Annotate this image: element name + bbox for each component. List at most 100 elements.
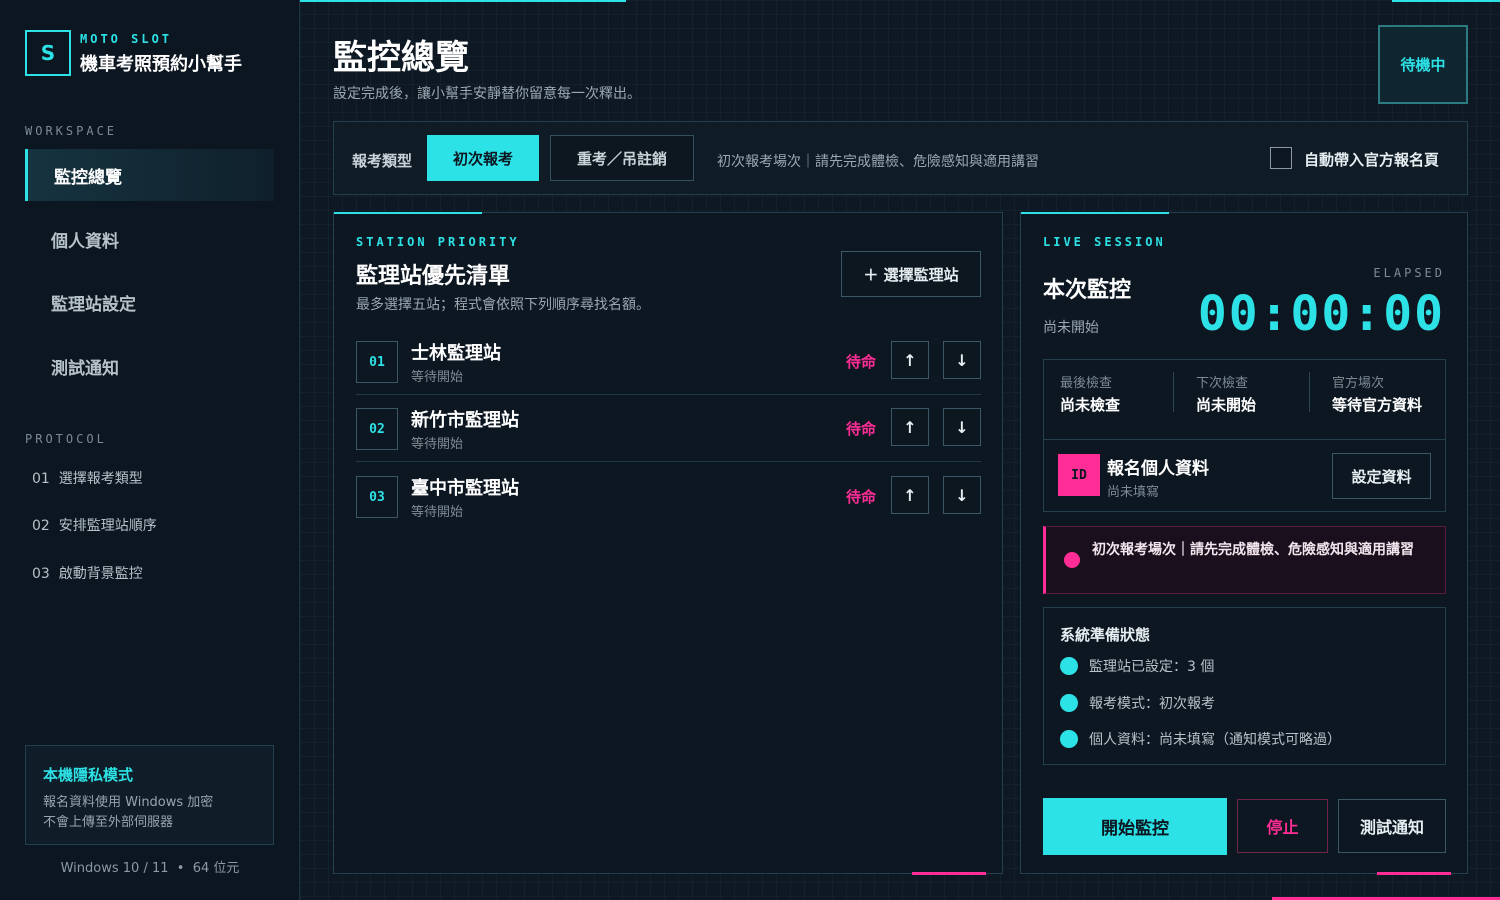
protocol-step: 03 啟動背景監控	[32, 566, 143, 582]
stat-next-check: 下次檢查 尚未開始	[1196, 372, 1256, 415]
select-station-button[interactable]: ＋ 選擇監理站	[841, 251, 981, 297]
os-info: Windows 10 / 11 • 64 位元	[60, 861, 240, 876]
stop-button[interactable]: 停止	[1237, 799, 1328, 853]
exam-type-label: 報考類型	[352, 152, 413, 170]
protocol-step: 01 選擇報考類型	[32, 471, 143, 487]
session-title: 本次監控	[1043, 278, 1132, 303]
sidebar-item-label: 監控總覽	[54, 167, 122, 188]
stat-value: 尚未開始	[1196, 396, 1257, 414]
sidebar-item-profile[interactable]: 個人資料	[25, 213, 274, 265]
station-row: 03 臺中市監理站 等待開始 待命 ↑ ↓	[356, 464, 981, 530]
stat-label: 最後檢查	[1060, 376, 1113, 391]
panel-accent-line-pink	[1377, 872, 1451, 875]
protocol-step: 02 安排監理站順序	[32, 518, 157, 534]
readiness-text: 報考模式：初次報考	[1089, 696, 1215, 712]
brand-subtitle: MOTO SLOT	[80, 32, 173, 46]
id-badge-icon: ID	[1058, 454, 1100, 496]
move-up-button[interactable]: ↑	[891, 341, 929, 379]
alert-text: 初次報考場次｜請先完成體檢、危險感知與適用講習	[1092, 542, 1414, 558]
start-monitor-button[interactable]: 開始監控	[1043, 798, 1227, 855]
station-order-number: 02	[356, 408, 398, 450]
readiness-item: 個人資料：尚未填寫（通知模式可略過）	[1060, 729, 1341, 749]
elapsed-label: ELAPSED	[1373, 266, 1445, 280]
station-status: 等待開始	[411, 505, 464, 520]
session-eyebrow: LIVE SESSION	[1043, 235, 1166, 249]
stat-divider	[1309, 372, 1310, 412]
move-down-button[interactable]: ↓	[943, 341, 981, 379]
page-subtitle: 設定完成後，讓小幫手安靜替你留意每一次釋出。	[333, 86, 641, 102]
sidebar-item-test-notify[interactable]: 測試通知	[25, 340, 274, 392]
exam-type-bar: 報考類型 初次報考 重考／吊註銷 初次報考場次｜請先完成體檢、危險感知與適用講習…	[333, 121, 1468, 195]
profile-state: 尚未填寫	[1107, 485, 1160, 500]
station-priority-panel: STATION PRIORITY 監理站優先清單 最多選擇五站；程式會依照下列順…	[333, 212, 1003, 875]
privacy-title: 本機隱私模式	[43, 766, 134, 784]
privacy-line: 不會上傳至外部伺服器	[43, 815, 174, 830]
move-up-button[interactable]: ↑	[891, 476, 929, 514]
stat-label: 官方場次	[1332, 376, 1385, 391]
privacy-card: 本機隱私模式 報名資料使用 Windows 加密 不會上傳至外部伺服器	[25, 745, 274, 845]
stat-label: 下次檢查	[1196, 376, 1249, 391]
auto-open-checkbox[interactable]	[1270, 147, 1292, 169]
arrow-down-icon: ↓	[955, 485, 969, 505]
status-badge: 待機中	[1378, 25, 1468, 104]
move-up-button[interactable]: ↑	[891, 408, 929, 446]
test-notify-button[interactable]: 測試通知	[1338, 799, 1446, 853]
app-logo: S	[25, 30, 71, 76]
panel-accent-line	[1021, 212, 1169, 214]
move-down-button[interactable]: ↓	[943, 476, 981, 514]
exam-type-first-button[interactable]: 初次報考	[427, 135, 539, 181]
session-stats: 最後檢查 尚未檢查 下次檢查 尚未開始 官方場次 等待官方資料	[1043, 359, 1446, 440]
stat-divider	[1173, 372, 1174, 412]
station-row: 01 士林監理站 等待開始 待命 ↑ ↓	[356, 329, 981, 395]
setup-profile-button[interactable]: 設定資料	[1332, 453, 1431, 499]
alert-dot-icon	[1064, 552, 1080, 568]
move-down-button[interactable]: ↓	[943, 408, 981, 446]
station-status: 等待開始	[411, 370, 464, 385]
sidebar: S MOTO SLOT 機車考照預約小幫手 WORKSPACE 監控總覽 個人資…	[0, 0, 300, 900]
exam-type-retake-button[interactable]: 重考／吊註銷	[550, 135, 694, 181]
protocol-section-label: PROTOCOL	[25, 432, 107, 446]
page-title: 監控總覽	[333, 38, 469, 78]
sidebar-item-overview[interactable]: 監控總覽	[25, 149, 274, 201]
sidebar-item-stations[interactable]: 監理站設定	[25, 276, 274, 328]
arrow-up-icon: ↑	[903, 417, 917, 437]
stat-official-sessions: 官方場次 等待官方資料	[1332, 372, 1422, 415]
station-row: 02 新竹市監理站 等待開始 待命 ↑ ↓	[356, 396, 981, 462]
station-name: 士林監理站	[411, 343, 501, 364]
station-status: 等待開始	[411, 437, 464, 452]
status-dot-icon	[1060, 657, 1078, 675]
panel-accent-line-pink	[912, 872, 986, 875]
live-session-panel: LIVE SESSION 本次監控 尚未開始 ELAPSED 00:00:00 …	[1020, 212, 1468, 875]
stat-last-check: 最後檢查 尚未檢查	[1060, 372, 1120, 415]
readiness-title: 系統準備狀態	[1060, 626, 1151, 644]
workspace-section-label: WORKSPACE	[25, 124, 118, 138]
arrow-down-icon: ↓	[955, 417, 969, 437]
brand-title: 機車考照預約小幫手	[80, 54, 242, 75]
status-dot-icon	[1060, 730, 1078, 748]
readiness-item: 報考模式：初次報考	[1060, 693, 1215, 713]
auto-open-label[interactable]: 自動帶入官方報名頁	[1304, 149, 1439, 170]
elapsed-timer: 00:00:00	[1197, 286, 1445, 342]
sidebar-item-label: 監理站設定	[51, 294, 136, 315]
stat-value: 等待官方資料	[1332, 396, 1423, 414]
arrow-up-icon: ↑	[903, 350, 917, 370]
sidebar-item-label: 個人資料	[51, 231, 119, 252]
station-title: 監理站優先清單	[356, 264, 511, 289]
station-order-number: 01	[356, 341, 398, 383]
top-accent-line	[300, 0, 626, 2]
panel-accent-line	[334, 212, 482, 214]
top-accent-line-right	[1392, 0, 1500, 2]
readiness-text: 個人資料：尚未填寫（通知模式可略過）	[1089, 732, 1341, 748]
station-description: 最多選擇五站；程式會依照下列順序尋找名額。	[356, 297, 650, 313]
exam-alert: 初次報考場次｜請先完成體檢、危險感知與適用講習	[1043, 526, 1446, 594]
readiness-card: 系統準備狀態 監理站已設定：3 個 報考模式：初次報考 個人資料：尚未填寫（通知…	[1043, 607, 1446, 765]
profile-title: 報名個人資料	[1107, 459, 1209, 479]
station-eyebrow: STATION PRIORITY	[356, 235, 520, 249]
stat-value: 尚未檢查	[1060, 396, 1121, 414]
station-name: 新竹市監理站	[411, 410, 519, 431]
readiness-item: 監理站已設定：3 個	[1060, 656, 1214, 676]
privacy-line: 報名資料使用 Windows 加密	[43, 795, 214, 810]
status-dot-icon	[1060, 694, 1078, 712]
arrow-down-icon: ↓	[955, 350, 969, 370]
station-state: 待命	[846, 353, 877, 371]
